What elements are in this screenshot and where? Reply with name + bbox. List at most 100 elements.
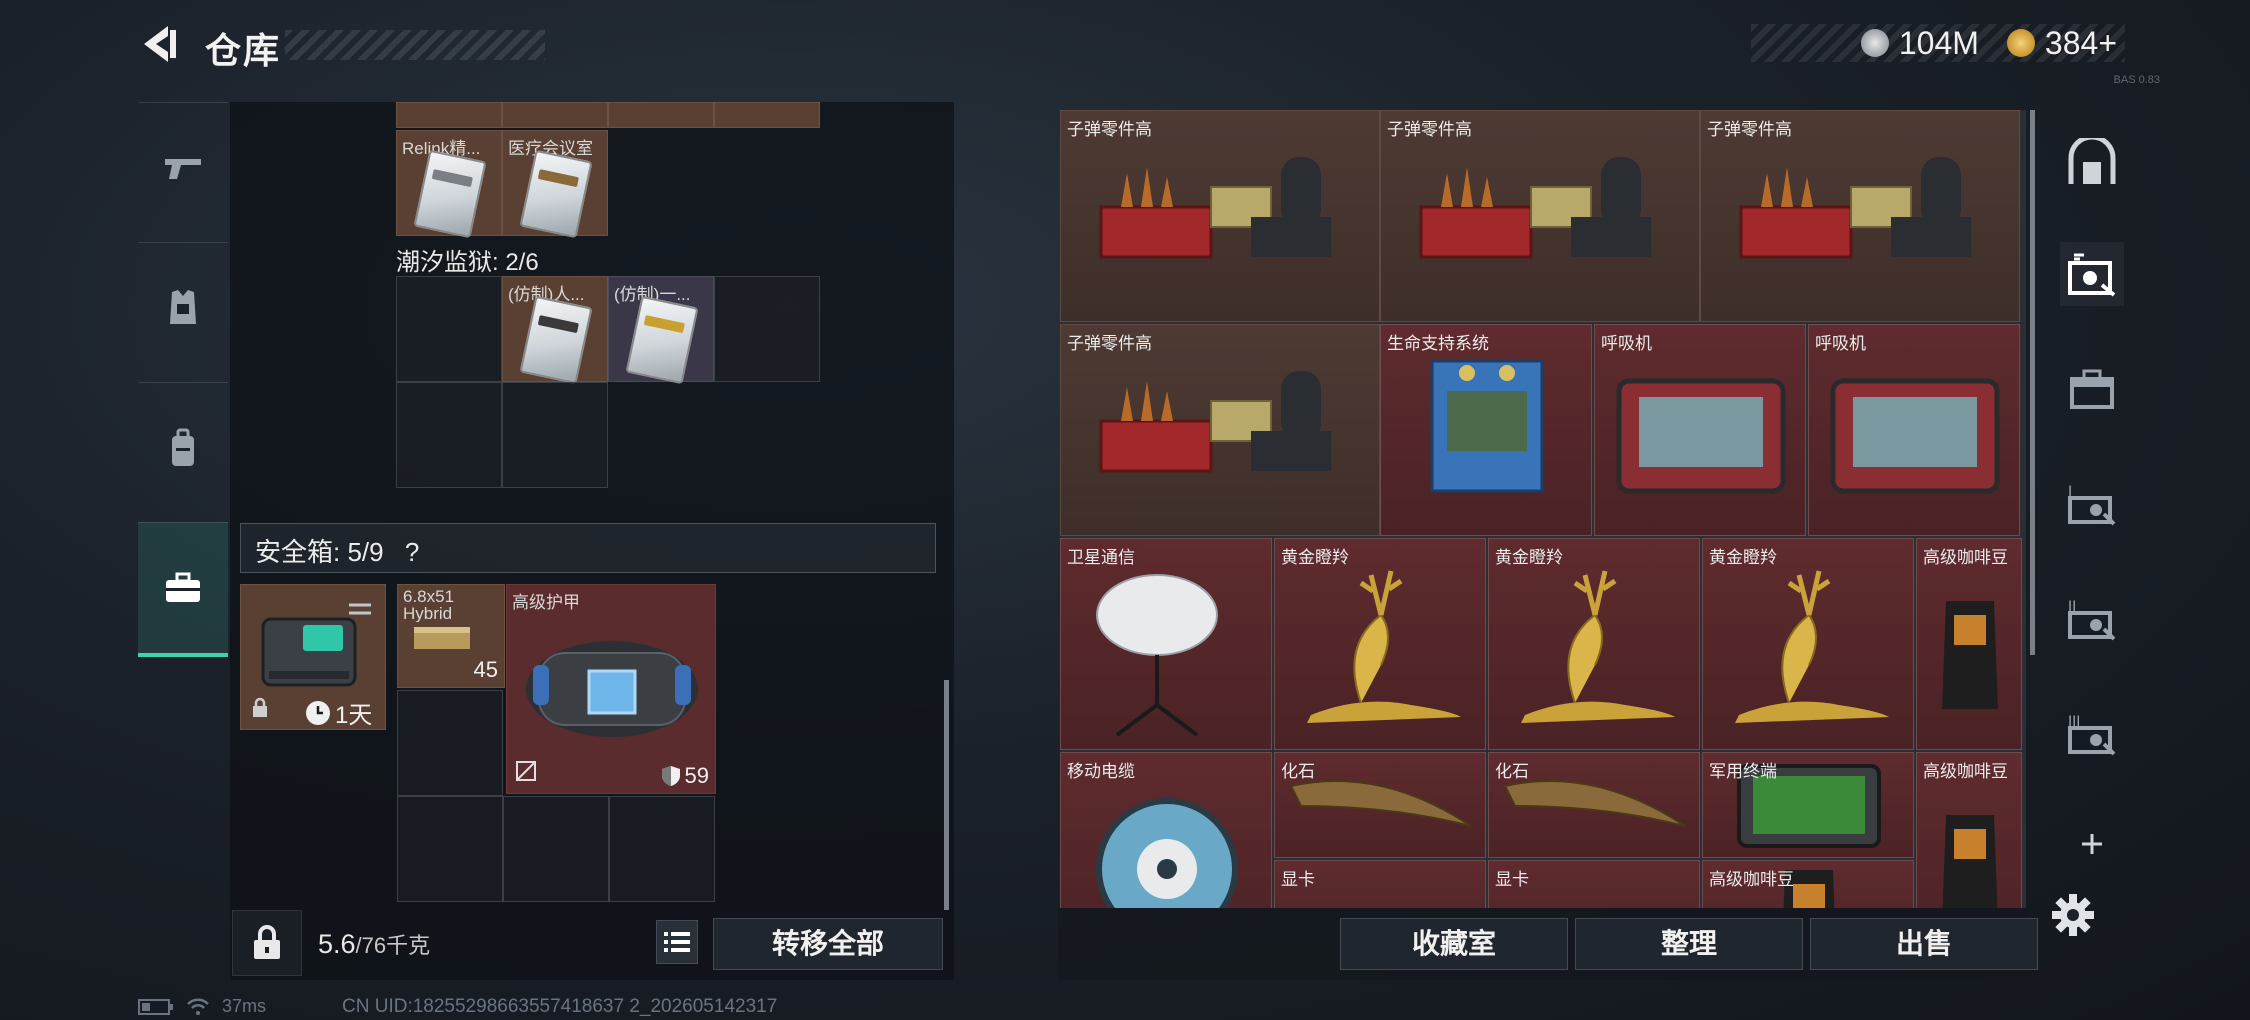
tab-stash[interactable] — [2060, 357, 2124, 421]
uid-text: CN UID:18255298663557418637 2_2026051423… — [342, 996, 778, 1017]
grid-cell[interactable] — [396, 276, 502, 382]
list-icon — [664, 932, 690, 952]
stash-item[interactable]: 子弹零件高 — [1700, 110, 2020, 322]
weight-value: 5.6 — [318, 929, 356, 959]
keycard-relink[interactable]: Relink精... — [396, 130, 502, 239]
ammo-item[interactable]: 6.8x51 Hybrid 45 — [397, 584, 505, 688]
tab-vault[interactable] — [2060, 130, 2124, 194]
item-label: 子弹零件高 — [1067, 334, 1152, 353]
transfer-all-button[interactable]: 转移全部 — [713, 918, 943, 970]
tab-armor[interactable] — [138, 242, 228, 373]
grid-cell[interactable] — [397, 796, 503, 902]
grid-cell[interactable] — [503, 796, 609, 902]
sell-button[interactable]: 出售 — [1810, 918, 2038, 970]
stash-item[interactable]: 子弹零件高 — [1380, 110, 1700, 322]
ping-text: 37ms — [222, 996, 267, 1016]
keycard-icon — [625, 295, 699, 385]
timer: 1天 — [305, 695, 372, 730]
wifi-icon — [187, 998, 209, 1015]
stash-item[interactable]: 黄金瞪羚 — [1702, 538, 1914, 750]
safe-box-slot[interactable]: 1天 — [240, 584, 386, 730]
add-icon — [2082, 834, 2102, 854]
battery-icon — [138, 998, 173, 1015]
currency-gold[interactable]: 384+ — [2045, 25, 2117, 62]
back-button[interactable] — [138, 22, 178, 66]
item-label: 军用终端 — [1709, 762, 1777, 781]
backpack-icon — [172, 428, 194, 466]
gun-icon — [165, 159, 201, 179]
stash-item[interactable]: 呼吸机 — [1808, 324, 2020, 536]
help-icon[interactable]: ? — [405, 537, 419, 567]
container-scrollbar[interactable] — [944, 680, 949, 910]
settings-button[interactable] — [2050, 892, 2096, 938]
safe-box-title: 安全箱: 5/9 ? — [255, 532, 419, 569]
gear-icon — [2052, 894, 2094, 936]
armor-bag-icon — [526, 641, 698, 737]
tab-weapons[interactable] — [138, 102, 228, 233]
stash-item[interactable]: 移动电缆 — [1060, 752, 1272, 908]
grid-cell[interactable] — [714, 102, 820, 128]
status-bar: 37ms — [138, 996, 266, 1017]
parts-crate-icon — [1099, 371, 1331, 473]
armor-item[interactable]: 高级护甲 59 — [506, 584, 716, 794]
stash-item[interactable]: 高级咖啡豆 — [1916, 752, 2022, 908]
stash-item[interactable]: 生命支持系统 — [1380, 324, 1592, 536]
grid-cell[interactable] — [608, 102, 714, 128]
keycard-prison-1[interactable]: (仿制)人... — [502, 276, 608, 385]
grid-cell[interactable] — [502, 382, 608, 488]
grid-cell[interactable] — [396, 382, 502, 488]
keycard-prison-2[interactable]: (仿制)一... — [608, 276, 714, 385]
stash-item[interactable]: 高级咖啡豆 — [1702, 860, 1914, 908]
item-label: 移动电缆 — [1067, 762, 1135, 781]
tab-stash-2[interactable]: II — [2060, 587, 2124, 651]
left-tab-column — [138, 102, 228, 672]
add-tab-button[interactable] — [2060, 812, 2124, 876]
stash-tab-column: I II III — [2040, 122, 2144, 854]
grid-cell[interactable] — [397, 690, 503, 796]
stash-item[interactable]: 化石 — [1488, 752, 1700, 858]
keycard-medical[interactable]: 医疗会议室 — [502, 130, 608, 239]
gold-coin-icon — [2006, 29, 2035, 57]
currency-silver: 104M — [1898, 24, 1979, 61]
version-label: BAS 0.83 — [2113, 74, 2160, 86]
stash-item[interactable]: 军用终端 — [1702, 752, 1914, 858]
item-label: 高级咖啡豆 — [1709, 870, 1794, 889]
item-label: 子弹零件高 — [1387, 120, 1472, 139]
life-support-icon — [1430, 359, 1544, 493]
vault-icon — [2068, 138, 2116, 184]
stash-item[interactable]: 黄金瞪羚 — [1274, 538, 1486, 750]
stash-item[interactable]: 显卡 — [1488, 860, 1700, 908]
item-label: 呼吸机 — [1601, 334, 1652, 353]
tab-stash-sorted[interactable] — [2060, 242, 2124, 306]
grid-cell[interactable] — [714, 276, 820, 382]
tab-backpack[interactable] — [138, 382, 228, 513]
add-currency-button[interactable]: + — [2098, 25, 2117, 61]
ventilator-icon — [1616, 378, 1786, 494]
stash-item[interactable]: 呼吸机 — [1594, 324, 1806, 536]
item-label: 呼吸机 — [1815, 334, 1866, 353]
organize-button[interactable]: 整理 — [1575, 918, 1803, 970]
list-view-button[interactable] — [656, 920, 698, 964]
lock-button[interactable] — [232, 910, 302, 976]
stash-item[interactable]: 黄金瞪羚 — [1488, 538, 1700, 750]
item-label: 显卡 — [1495, 870, 1529, 889]
grid-cell[interactable] — [396, 102, 502, 128]
grid-cell[interactable] — [502, 102, 608, 128]
grid-cell[interactable] — [609, 796, 715, 902]
stash-grid: 子弹零件高 子弹零件高 子弹零件高 子弹零件高 生命支持系统 呼吸机 呼吸机 卫… — [1060, 110, 2026, 908]
stash-item[interactable]: 化石 — [1274, 752, 1486, 858]
collection-room-button[interactable]: 收藏室 — [1340, 918, 1568, 970]
tab-stash-1[interactable]: I — [2060, 472, 2124, 536]
stash-item[interactable]: 子弹零件高 — [1060, 110, 1380, 322]
stash-scrollbar[interactable] — [2030, 110, 2035, 655]
briefcase-icon — [166, 572, 200, 602]
tab-safe-box[interactable] — [138, 522, 228, 657]
currency-gold-value: 384 — [2044, 24, 2099, 61]
tab-stash-3[interactable]: III — [2060, 702, 2124, 766]
stash-item[interactable]: 高级咖啡豆 — [1916, 538, 2022, 750]
item-label: 高级咖啡豆 — [1923, 548, 2008, 567]
stash-item[interactable]: 子弹零件高 — [1060, 324, 1380, 536]
stash-item[interactable]: 显卡 — [1274, 860, 1486, 908]
item-label: 化石 — [1495, 762, 1529, 781]
stash-item[interactable]: 卫星通信 — [1060, 538, 1272, 750]
